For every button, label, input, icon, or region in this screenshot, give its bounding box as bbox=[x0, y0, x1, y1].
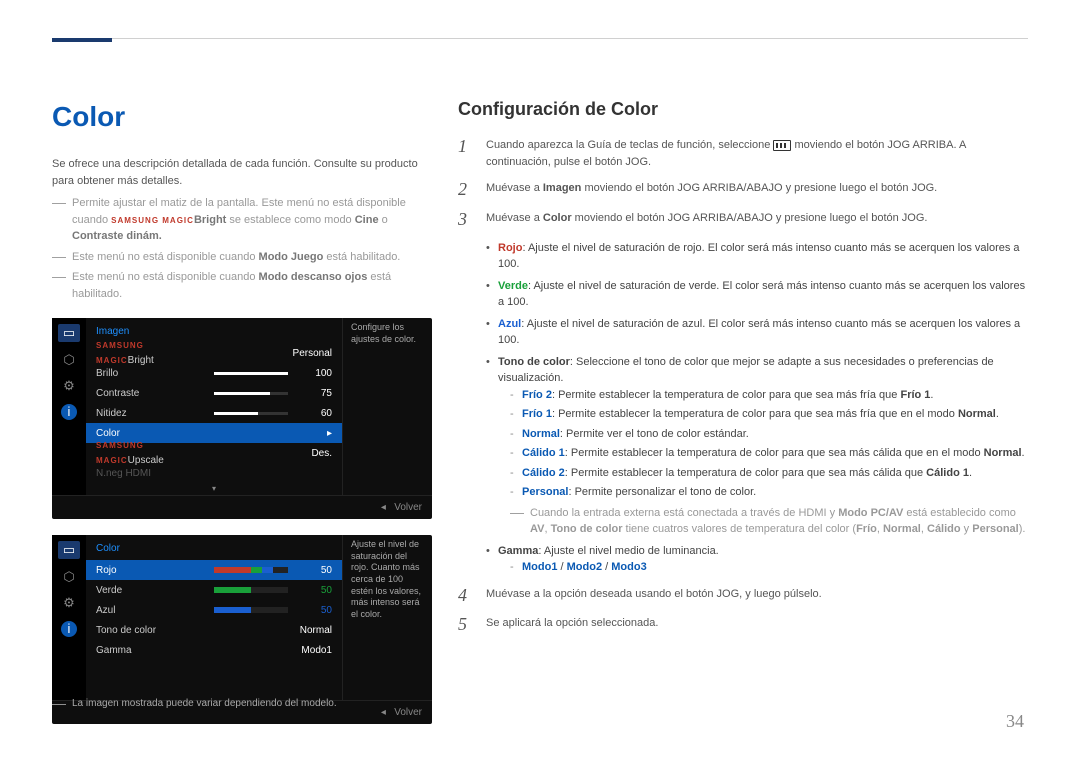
section-title: Configuración de Color bbox=[458, 96, 1028, 123]
step-1: 1 Cuando aparezca la Guía de teclas de f… bbox=[458, 137, 1028, 170]
step-number: 4 bbox=[458, 586, 472, 606]
step-5: 5 Se aplicará la opción seleccionada. bbox=[458, 615, 1028, 635]
intro-text: Se ofrece una descripción detallada de c… bbox=[52, 156, 432, 189]
osd-row-nneg: N.neg HDMI bbox=[86, 463, 342, 483]
step-4: 4 Muévase a la opción deseada usando el … bbox=[458, 586, 1028, 606]
step-2: 2 Muévase a Imagen moviendo el botón JOG… bbox=[458, 180, 1028, 200]
osd-row-upscale[interactable]: SAMSUNGMAGICUpscale Des. bbox=[86, 443, 342, 463]
osd-footer: ◂ Volver bbox=[52, 495, 432, 519]
note-3-text: Este menú no está disponible cuando Modo… bbox=[72, 269, 432, 302]
osd-row-azul[interactable]: Azul 50 bbox=[86, 600, 342, 620]
step-number: 5 bbox=[458, 615, 472, 635]
step-number: 2 bbox=[458, 180, 472, 200]
bullet-verde: Verde: Ajuste el nivel de saturación de … bbox=[486, 278, 1028, 311]
step-3: 3 Muévase a Color moviendo el botón JOG … bbox=[458, 210, 1028, 230]
settings-icon[interactable]: ⬡ bbox=[61, 352, 77, 368]
dash-normal: Normal: Permite ver el tono de color est… bbox=[510, 426, 1028, 443]
header-accent bbox=[52, 38, 112, 42]
osd-title: Color bbox=[86, 539, 342, 560]
osd-row-verde[interactable]: Verde 50 bbox=[86, 580, 342, 600]
bullet-gamma: Gamma: Ajuste el nivel medio de luminanc… bbox=[486, 543, 1028, 576]
osd-description: Configure los ajustes de color. bbox=[342, 318, 432, 495]
dash-icon: ― bbox=[52, 249, 66, 266]
note-1: ― Permite ajustar el matiz de la pantall… bbox=[52, 195, 432, 245]
display-icon[interactable]: ▭ bbox=[58, 541, 80, 559]
step-number: 3 bbox=[458, 210, 472, 230]
dash-modos: Modo1 / Modo2 / Modo3 bbox=[510, 559, 1028, 576]
info-icon[interactable]: i bbox=[61, 621, 77, 637]
dash-icon: ― bbox=[510, 505, 524, 538]
step-number: 1 bbox=[458, 137, 472, 170]
osd-row-bright[interactable]: SAMSUNGMAGICBright Personal bbox=[86, 343, 342, 363]
osd-side-nav: ▭ ⬡ ⚙ i bbox=[52, 535, 86, 700]
dash-frio1: Frío 1: Permite establecer la temperatur… bbox=[510, 406, 1028, 423]
dash-icon: ― bbox=[52, 269, 66, 302]
bullet-tono: Tono de color: Seleccione el tono de col… bbox=[486, 354, 1028, 538]
bullet-azul: Azul: Ajuste el nivel de saturación de a… bbox=[486, 316, 1028, 349]
bullet-rojo: Rojo: Ajuste el nivel de saturación de r… bbox=[486, 240, 1028, 273]
osd-side-nav: ▭ ⬡ ⚙ i bbox=[52, 318, 86, 495]
note-2: ― Este menú no está disponible cuando Mo… bbox=[52, 249, 432, 266]
gear-icon[interactable]: ⚙ bbox=[61, 378, 77, 394]
info-icon[interactable]: i bbox=[61, 404, 77, 420]
osd-description: Ajuste el nivel de saturación del rojo. … bbox=[342, 535, 432, 700]
display-icon[interactable]: ▭ bbox=[58, 324, 80, 342]
note-3: ― Este menú no está disponible cuando Mo… bbox=[52, 269, 432, 302]
gear-icon[interactable]: ⚙ bbox=[61, 595, 77, 611]
osd-imagen-panel: ▭ ⬡ ⚙ i Imagen SAMSUNGMAGICBright Person… bbox=[52, 318, 432, 519]
osd-row-tono[interactable]: Tono de color Normal bbox=[86, 620, 342, 640]
chevron-right-icon: ▸ bbox=[327, 426, 332, 441]
note-2-text: Este menú no está disponible cuando Modo… bbox=[72, 249, 400, 266]
osd-row-brillo[interactable]: Brillo 100 bbox=[86, 363, 342, 383]
function-key-icon bbox=[773, 140, 791, 151]
osd-row-gamma[interactable]: Gamma Modo1 bbox=[86, 640, 342, 660]
header-divider bbox=[52, 38, 1028, 39]
dash-frio2: Frío 2: Permite establecer la temperatur… bbox=[510, 387, 1028, 404]
dash-calido2: Cálido 2: Permite establecer la temperat… bbox=[510, 465, 1028, 482]
tono-note: Cuando la entrada externa está conectada… bbox=[530, 505, 1028, 538]
dash-icon: ― bbox=[52, 195, 66, 245]
settings-icon[interactable]: ⬡ bbox=[61, 569, 77, 585]
chevron-down-icon[interactable]: ▾ bbox=[86, 483, 342, 495]
osd-row-nitidez[interactable]: Nitidez 60 bbox=[86, 403, 342, 423]
page-number: 34 bbox=[1006, 708, 1024, 735]
bullet-list: Rojo: Ajuste el nivel de saturación de r… bbox=[486, 240, 1028, 576]
note-1-text: Permite ajustar el matiz de la pantalla.… bbox=[72, 195, 432, 245]
osd-row-contraste[interactable]: Contraste 75 bbox=[86, 383, 342, 403]
dash-icon: ― bbox=[52, 696, 66, 711]
osd-row-rojo[interactable]: Rojo 50 bbox=[86, 560, 342, 580]
footnote: ― La imagen mostrada puede variar depend… bbox=[52, 696, 337, 711]
page-title: Color bbox=[52, 96, 432, 138]
dash-calido1: Cálido 1: Permite establecer la temperat… bbox=[510, 445, 1028, 462]
left-column: Color Se ofrece una descripción detallad… bbox=[52, 96, 432, 724]
dash-personal: Personal: Permite personalizar el tono d… bbox=[510, 484, 1028, 501]
right-column: Configuración de Color 1 Cuando aparezca… bbox=[458, 96, 1028, 645]
